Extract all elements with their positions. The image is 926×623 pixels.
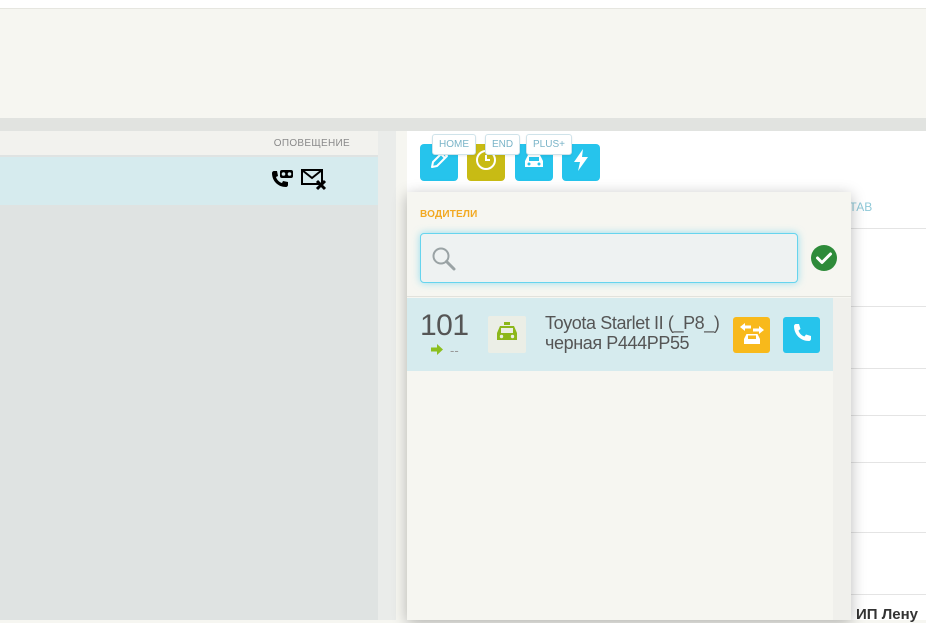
top-bar — [0, 0, 926, 9]
hotkey-hint-plus: PLUS+ — [526, 134, 572, 155]
car-color-plate: черная P444PP55 — [545, 333, 690, 353]
table-row[interactable] — [0, 157, 378, 205]
phone-icon — [791, 322, 813, 349]
hotkey-hint-end: END — [485, 134, 521, 155]
mail-blocked-icon[interactable] — [300, 167, 328, 193]
company-name: ИП Лену — [856, 606, 918, 623]
driver-status-text: -- — [450, 343, 459, 358]
hotkey-hint-home: HOME — [432, 134, 476, 155]
tab-tab[interactable]: ТАВ — [849, 200, 872, 214]
divider — [851, 368, 926, 369]
divider — [851, 228, 926, 229]
left-scrollbar[interactable] — [378, 131, 396, 620]
divider — [407, 296, 851, 297]
driver-status: -- — [431, 343, 459, 358]
popup-title: ВОДИТЕЛИ — [420, 209, 478, 220]
orders-table-header: ОПОВЕЩЕНИЕ — [0, 131, 378, 155]
panel-separator — [0, 118, 926, 131]
column-header-notification: ОПОВЕЩЕНИЕ — [273, 138, 350, 149]
transfer-car-icon — [739, 319, 765, 352]
lightning-icon — [569, 147, 593, 178]
divider — [851, 594, 926, 595]
search-icon — [431, 246, 457, 277]
voicemail-phone-icon[interactable] — [268, 167, 294, 193]
confirm-icon[interactable] — [810, 244, 838, 277]
orders-panel: ОПОВЕЩЕНИЕ — [0, 131, 396, 620]
assign-order-button[interactable] — [733, 317, 770, 353]
drivers-popup: ВОДИТЕЛИ 101 -- Toyota Starlet II (_P8_)… — [407, 192, 851, 620]
driver-list-item[interactable]: 101 -- Toyota Starlet II (_P8_) черная P… — [407, 298, 833, 371]
call-driver-button[interactable] — [783, 317, 820, 353]
arrow-right-icon — [431, 343, 444, 358]
driver-search-box[interactable] — [420, 233, 798, 283]
car-model: Toyota Starlet II (_P8_) — [545, 313, 720, 333]
divider — [851, 462, 926, 463]
divider — [851, 415, 926, 416]
divider — [851, 306, 926, 307]
search-input[interactable] — [467, 242, 791, 274]
taxi-car-icon — [493, 320, 521, 349]
popup-scrollbar[interactable] — [833, 298, 851, 620]
header-area — [0, 9, 926, 118]
car-thumbnail — [488, 316, 526, 353]
driver-car-info: Toyota Starlet II (_P8_) черная P444PP55 — [545, 313, 720, 353]
driver-number: 101 — [420, 309, 469, 342]
divider — [851, 532, 926, 533]
